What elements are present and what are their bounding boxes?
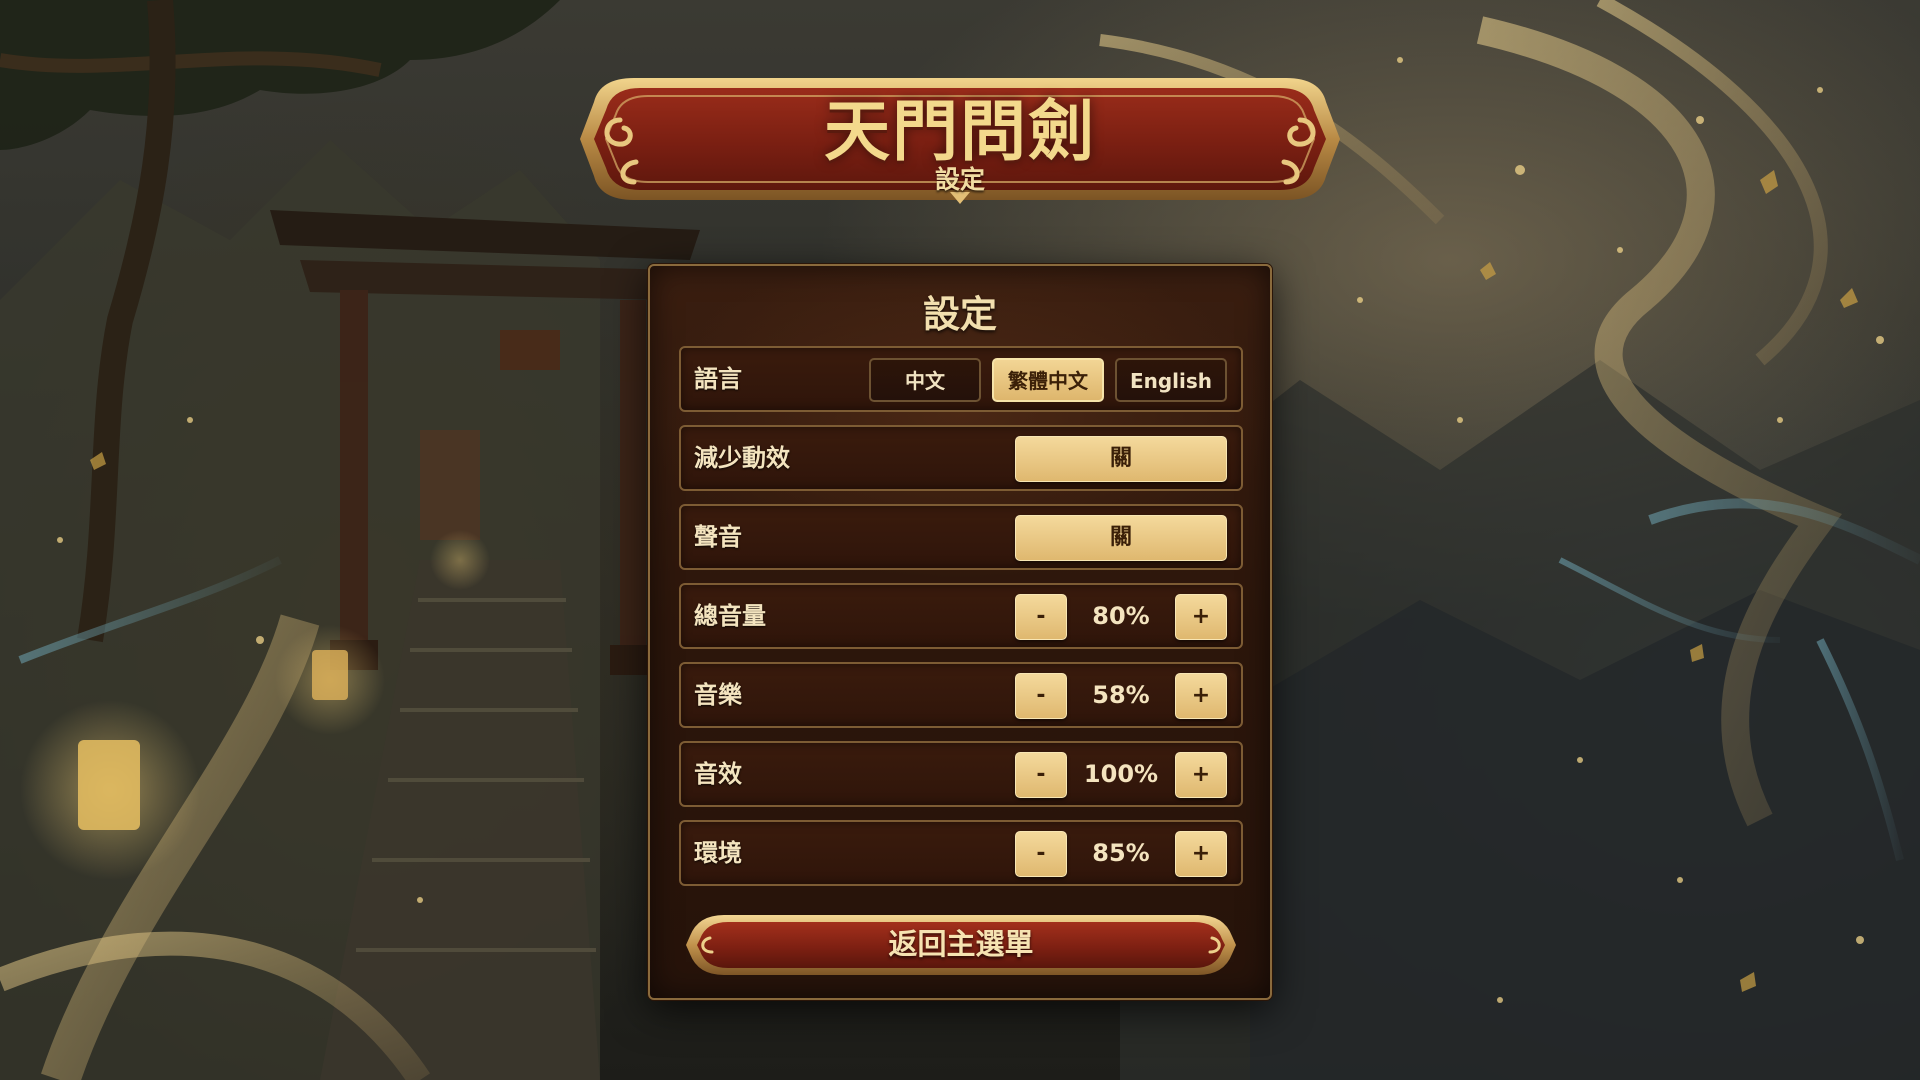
sfx-volume-decrease-button[interactable]: -: [1015, 752, 1067, 798]
sfx-volume-row: 音效 - 100% +: [679, 741, 1243, 807]
master-volume-row: 總音量 - 80% +: [679, 583, 1243, 649]
language-option-zh-simplified[interactable]: 中文: [869, 358, 981, 402]
return-to-main-menu-button[interactable]: 返回主選單: [684, 912, 1238, 978]
music-volume-increase-button[interactable]: +: [1175, 673, 1227, 719]
game-scene: 天門問劍 設定 設定 語言 中文 繁體中文 English 減少動效 關 聲音 …: [0, 0, 1920, 1080]
master-volume-value: 80%: [1092, 602, 1150, 630]
ambient-volume-increase-button[interactable]: +: [1175, 831, 1227, 877]
sfx-volume-increase-button[interactable]: +: [1175, 752, 1227, 798]
language-row: 語言 中文 繁體中文 English: [679, 346, 1243, 412]
ambient-volume-value: 85%: [1092, 839, 1150, 867]
language-option-english[interactable]: English: [1115, 358, 1227, 402]
sfx-volume-label: 音效: [694, 760, 742, 788]
return-button-label: 返回主選單: [888, 927, 1034, 961]
game-subtitle: 設定: [934, 165, 985, 194]
settings-panel: 設定 語言 中文 繁體中文 English 減少動效 關 聲音 關 總音量 - …: [648, 264, 1272, 1000]
sfx-volume-value: 100%: [1083, 760, 1159, 788]
music-volume-label: 音樂: [694, 681, 742, 709]
sound-label: 聲音: [694, 523, 742, 551]
language-label: 語言: [694, 365, 742, 393]
reduce-motion-label: 減少動效: [694, 444, 790, 472]
sound-toggle[interactable]: 關: [1015, 515, 1227, 561]
master-volume-increase-button[interactable]: +: [1175, 594, 1227, 640]
music-volume-decrease-button[interactable]: -: [1015, 673, 1067, 719]
sound-row: 聲音 關: [679, 504, 1243, 570]
reduce-motion-row: 減少動效 關: [679, 425, 1243, 491]
ambient-volume-label: 環境: [694, 839, 742, 867]
music-volume-value: 58%: [1092, 681, 1150, 709]
music-volume-row: 音樂 - 58% +: [679, 662, 1243, 728]
reduce-motion-toggle[interactable]: 關: [1015, 436, 1227, 482]
panel-title: 設定: [923, 293, 997, 336]
ambient-volume-row: 環境 - 85% +: [679, 820, 1243, 886]
master-volume-decrease-button[interactable]: -: [1015, 594, 1067, 640]
master-volume-label: 總音量: [694, 602, 766, 630]
title-plaque: 天門問劍 設定: [574, 72, 1346, 206]
language-option-zh-traditional[interactable]: 繁體中文: [992, 358, 1104, 402]
ambient-volume-decrease-button[interactable]: -: [1015, 831, 1067, 877]
